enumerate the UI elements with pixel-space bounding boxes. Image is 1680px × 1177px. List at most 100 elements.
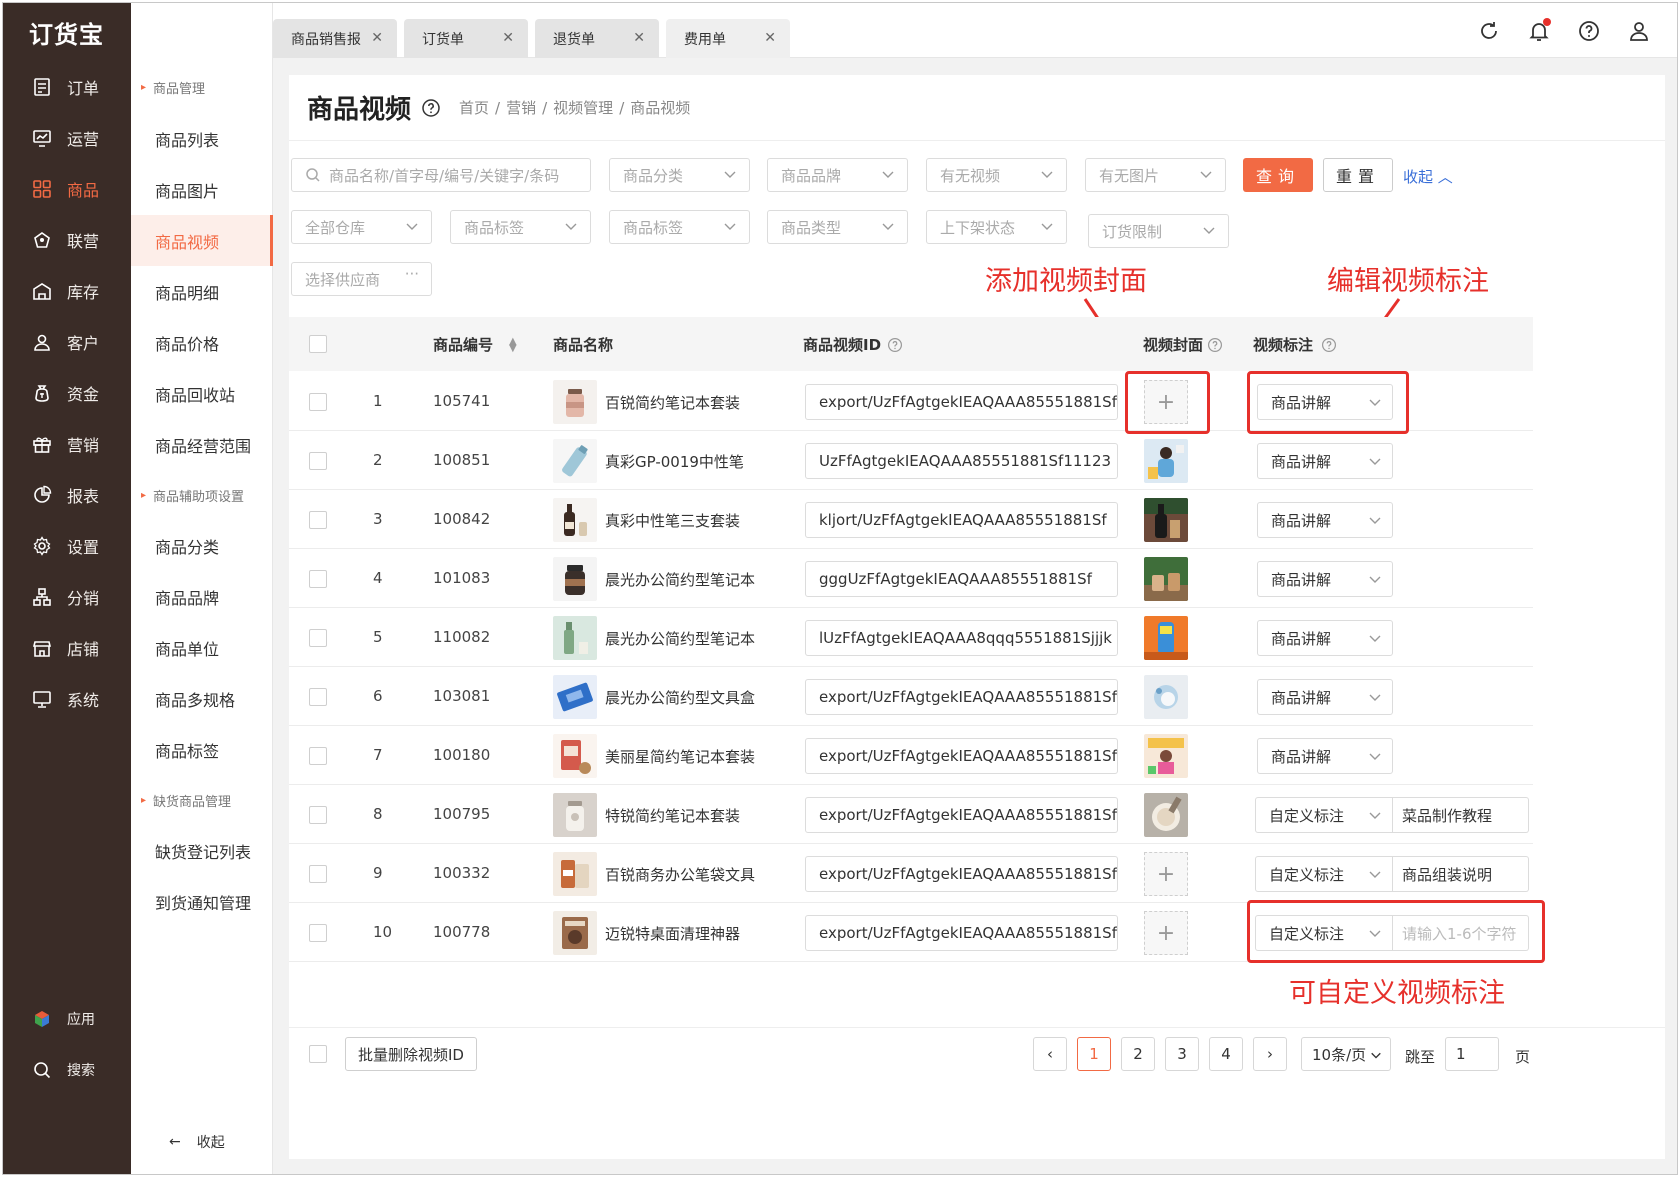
video-id-input[interactable]: export/UzFfAgtgekIEAQAAA85551881Sf: [805, 797, 1118, 833]
nav-item-9[interactable]: 设置: [3, 520, 131, 571]
order-limit-select[interactable]: 订货限制: [1088, 214, 1229, 248]
video-id-input[interactable]: export/UzFfAgtgekIEAQAAA85551881Sf: [805, 915, 1118, 951]
video-id-input[interactable]: kljort/UzFfAgtgekIEAQAAA85551881Sf: [805, 502, 1118, 538]
add-cover-button[interactable]: +: [1144, 380, 1188, 424]
row-checkbox[interactable]: [309, 452, 327, 470]
nav-item-5[interactable]: 客户: [3, 316, 131, 367]
custom-tag-input[interactable]: 菜品制作教程: [1393, 797, 1529, 833]
submenu-item[interactable]: 商品价格: [131, 317, 272, 368]
nav-item-0[interactable]: 订单: [3, 61, 131, 112]
video-id-input[interactable]: UzFfAgtgekIEAQAAA85551881Sf11123: [805, 443, 1118, 479]
video-tag-select[interactable]: 商品讲解: [1257, 384, 1393, 420]
category-select[interactable]: 商品分类: [609, 158, 750, 192]
warehouse-select[interactable]: 全部仓库: [291, 210, 432, 244]
bell-icon[interactable]: [1527, 18, 1551, 43]
tab-sales-report[interactable]: 商品销售报 ✕: [273, 19, 397, 58]
submenu-item[interactable]: 商品标签: [131, 724, 272, 775]
row-checkbox[interactable]: [309, 747, 327, 765]
submenu-item[interactable]: 商品分类: [131, 520, 272, 571]
video-tag-select[interactable]: 商品讲解: [1257, 620, 1393, 656]
nav-item-6[interactable]: 资金: [3, 367, 131, 418]
type-select[interactable]: 商品类型: [767, 210, 908, 244]
breadcrumb-home[interactable]: 首页: [459, 99, 489, 117]
video-tag-select[interactable]: 商品讲解: [1257, 561, 1393, 597]
nav-item-11[interactable]: 店铺: [3, 622, 131, 673]
submenu-item[interactable]: 到货通知管理: [131, 876, 272, 927]
select-all-checkbox[interactable]: [309, 335, 327, 353]
video-cover-thumbnail[interactable]: [1144, 557, 1188, 601]
add-cover-button[interactable]: +: [1144, 852, 1188, 896]
video-cover-thumbnail[interactable]: [1144, 675, 1188, 719]
submenu-item[interactable]: 商品单位: [131, 622, 272, 673]
query-button[interactable]: 查询: [1243, 158, 1313, 192]
jump-page-input[interactable]: 1: [1445, 1037, 1499, 1071]
video-cover-thumbnail[interactable]: [1144, 498, 1188, 542]
prev-page-button[interactable]: ‹: [1033, 1037, 1067, 1071]
row-checkbox[interactable]: [309, 511, 327, 529]
video-cover-thumbnail[interactable]: [1144, 734, 1188, 778]
video-cover-thumbnail[interactable]: [1144, 439, 1188, 483]
video-id-input[interactable]: lUzFfAgtgekIEAQAAA8qqq5551881Sjjjk: [805, 620, 1118, 656]
video-cover-thumbnail[interactable]: [1144, 793, 1188, 837]
nav-item-10[interactable]: 分销: [3, 571, 131, 622]
nav-item-4[interactable]: 库存: [3, 265, 131, 316]
help-icon[interactable]: [1577, 19, 1601, 43]
nav-item-1[interactable]: 运营: [3, 112, 131, 163]
nav-bottom-item-1[interactable]: 搜索: [3, 1044, 131, 1095]
batch-delete-button[interactable]: 批量删除视频ID: [345, 1037, 477, 1071]
footer-select-all-checkbox[interactable]: [309, 1045, 327, 1063]
row-checkbox[interactable]: [309, 688, 327, 706]
page-size-select[interactable]: 10条/页: [1301, 1037, 1391, 1071]
close-icon[interactable]: ✕: [371, 30, 383, 46]
page-2[interactable]: 2: [1121, 1037, 1155, 1071]
tab-return-order[interactable]: 退货单 ✕: [535, 19, 659, 58]
filter-collapse-link[interactable]: 收起 ︿: [1403, 166, 1453, 187]
brand-select[interactable]: 商品品牌: [767, 158, 908, 192]
submenu-item[interactable]: 商品明细: [131, 266, 272, 317]
tab-purchase-order[interactable]: 订货单 ✕: [404, 19, 528, 58]
breadcrumb-marketing[interactable]: 营销: [506, 99, 536, 117]
video-tag-select[interactable]: 自定义标注: [1255, 797, 1393, 833]
submenu-collapse-button[interactable]: ← 收起: [169, 1132, 225, 1152]
video-tag-select[interactable]: 自定义标注: [1255, 915, 1393, 951]
nav-item-3[interactable]: 联营: [3, 214, 131, 265]
video-tag-select[interactable]: 商品讲解: [1257, 738, 1393, 774]
close-icon[interactable]: ✕: [764, 30, 776, 46]
help-circle-icon[interactable]: [1207, 337, 1223, 353]
video-id-input[interactable]: export/UzFfAgtgekIEAQAAA85551881Sf: [805, 738, 1118, 774]
breadcrumb-video-management[interactable]: 视频管理: [553, 99, 613, 117]
row-checkbox[interactable]: [309, 806, 327, 824]
nav-item-2[interactable]: 商品: [3, 163, 131, 214]
has-video-select[interactable]: 有无视频: [926, 158, 1067, 192]
video-cover-thumbnail[interactable]: [1144, 616, 1188, 660]
refresh-icon[interactable]: [1477, 19, 1501, 43]
tag-select-2[interactable]: 商品标签: [609, 210, 750, 244]
submenu-item[interactable]: 商品列表: [131, 113, 272, 164]
page-3[interactable]: 3: [1165, 1037, 1199, 1071]
add-cover-button[interactable]: +: [1144, 911, 1188, 955]
row-checkbox[interactable]: [309, 629, 327, 647]
tab-expense-order[interactable]: 费用单 ✕: [666, 19, 790, 58]
video-tag-select[interactable]: 商品讲解: [1257, 443, 1393, 479]
submenu-item[interactable]: 商品视频: [131, 215, 273, 266]
row-checkbox[interactable]: [309, 570, 327, 588]
has-image-select[interactable]: 有无图片: [1085, 158, 1226, 192]
help-circle-icon[interactable]: [1321, 337, 1337, 353]
page-1[interactable]: 1: [1077, 1037, 1111, 1071]
nav-bottom-item-0[interactable]: 应用: [3, 993, 131, 1044]
video-id-input[interactable]: gggUzFfAgtgekIEAQAAA85551881Sf: [805, 561, 1118, 597]
search-input[interactable]: 商品名称/首字母/编号/关键字/条码: [291, 158, 591, 192]
row-checkbox[interactable]: [309, 393, 327, 411]
nav-item-7[interactable]: 营销: [3, 418, 131, 469]
help-circle-icon[interactable]: [887, 337, 903, 353]
tag-select-1[interactable]: 商品标签: [450, 210, 591, 244]
close-icon[interactable]: ✕: [633, 30, 645, 46]
supplier-select[interactable]: 选择供应商 ···: [291, 262, 432, 296]
submenu-item[interactable]: 商品图片: [131, 164, 272, 215]
submenu-item[interactable]: 商品回收站: [131, 368, 272, 419]
submenu-item[interactable]: 缺货登记列表: [131, 825, 272, 876]
submenu-item[interactable]: 商品多规格: [131, 673, 272, 724]
video-tag-select[interactable]: 商品讲解: [1257, 502, 1393, 538]
row-checkbox[interactable]: [309, 924, 327, 942]
video-id-input[interactable]: export/UzFfAgtgekIEAQAAA85551881Sf: [805, 679, 1118, 715]
